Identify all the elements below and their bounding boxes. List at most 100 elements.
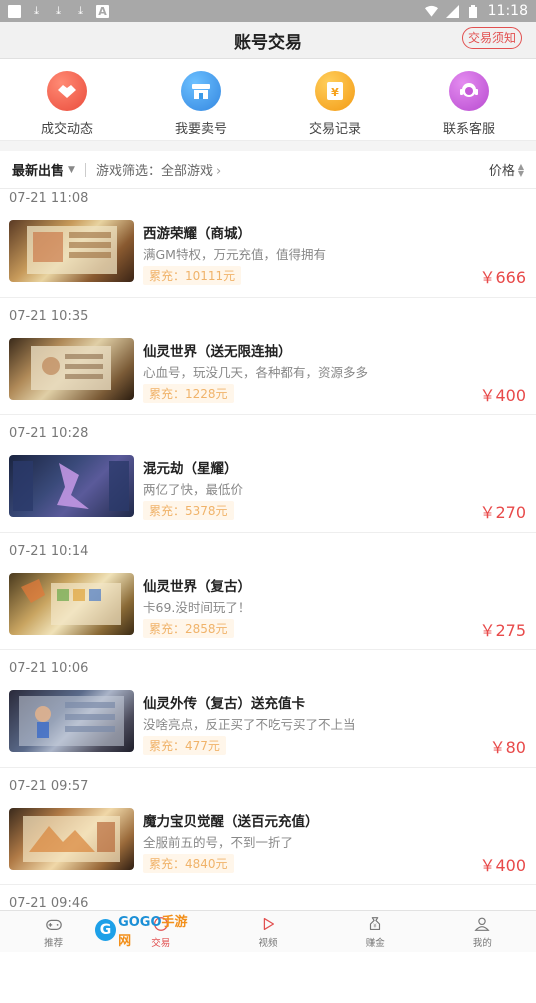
quick-action-sell[interactable]: 我要卖号 — [141, 71, 261, 137]
game-screenshot-thumbnail — [9, 220, 134, 282]
listing-title: 混元劫（星耀） — [143, 461, 238, 477]
recharge-total-badge: 累充：2858元 — [143, 618, 234, 638]
sort-dropdown[interactable]: 最新出售 ▼ — [12, 160, 75, 179]
listing-description: 全服前五的号，不到一折了 — [143, 834, 294, 850]
listing-item[interactable]: 07-21 10:28 混元劫（星耀） 两亿了快，最低价 累充：5378元 ￥2… — [0, 415, 536, 533]
gogo-logo-icon: G — [95, 919, 117, 941]
tab-label: 推荐 — [44, 938, 64, 949]
game-filter[interactable]: 游戏筛选：全部游戏 › — [96, 160, 221, 179]
download-icon: ⤓ — [78, 4, 83, 17]
yen-record-icon: ¥ — [315, 71, 355, 111]
listing-title: 仙灵世界（送无限连抽） — [143, 343, 292, 360]
listing-item[interactable]: 07-21 11:08 西游荣耀（商城） 满GM特权，万元充值，值得拥有 累充：… — [0, 180, 536, 298]
listing-date: 07-21 09:46 — [9, 896, 89, 911]
price-sort[interactable]: 价格 ▲ ▼ — [489, 160, 524, 179]
quick-action-records[interactable]: ¥ 交易记录 — [275, 71, 395, 137]
listing-item[interactable]: 07-21 10:06 仙灵外传（复古）送充值卡 没啥亮点，反正买了不吃亏买了不… — [0, 650, 536, 768]
game-screenshot-thumbnail — [9, 337, 134, 400]
recharge-total-badge: 累充：5378元 — [143, 501, 234, 520]
listing-item[interactable]: 07-21 10:14 仙灵世界（复古） 卡69.没时间玩了！ 累充：2858元… — [0, 533, 536, 650]
download-icon: ⤓ — [34, 4, 39, 17]
quick-action-support[interactable]: 联系客服 — [409, 71, 529, 137]
listing-title: 仙灵世界（复古） — [143, 578, 251, 595]
notification-app-icon — [8, 4, 21, 18]
quick-action-label: 成交动态 — [40, 122, 93, 137]
listing-date: 07-21 09:57 — [9, 778, 89, 794]
listing-list: 07-21 11:08 西游荣耀（商城） 满GM特权，万元充值，值得拥有 累充：… — [0, 180, 536, 1003]
watermark-brand: GOGO — [118, 915, 162, 930]
page-title: 账号交易 — [234, 32, 302, 53]
listing-date: 07-21 10:35 — [9, 308, 89, 324]
listing-item[interactable]: 07-21 09:57 魔力宝贝觉醒（送百元充值） 全服前五的号，不到一折了 累… — [0, 768, 536, 885]
listing-date: 07-21 11:08 — [9, 191, 89, 206]
recharge-total-badge: 累充：10111元 — [143, 266, 242, 285]
recharge-total-badge: 累充：4840元 — [143, 853, 234, 873]
divider — [84, 162, 86, 177]
app-header: 账号交易 交易须知 — [0, 22, 536, 59]
listing-description: 心血号，玩没几天，各种都有，资源多多 — [143, 364, 369, 380]
caret-down-icon: ▼ — [68, 164, 75, 175]
listing-price: ￥270 — [479, 503, 526, 522]
game-screenshot-thumbnail — [9, 690, 134, 752]
quick-action-deals[interactable]: 成交动态 — [7, 71, 127, 137]
play-icon — [263, 917, 275, 931]
listing-price: ￥400 — [479, 385, 526, 405]
listing-date: 07-21 10:06 — [9, 661, 89, 676]
section-divider — [0, 141, 536, 151]
status-bar: ⤓ ⤓ ⤓ A 11:18 — [0, 0, 536, 22]
quick-action-label: 交易记录 — [308, 122, 361, 137]
signal-icon — [445, 4, 459, 18]
tab-video[interactable]: 视频 — [214, 911, 321, 952]
battery-icon — [467, 4, 480, 18]
game-screenshot-thumbnail — [9, 572, 134, 635]
user-icon — [474, 917, 490, 931]
quick-actions: 成交动态 我要卖号 ¥ 交易记录 联系客服 — [0, 59, 536, 141]
sort-arrows-icon: ▲ ▼ — [517, 161, 524, 178]
listing-title: 西游荣耀（商城） — [143, 226, 251, 242]
quick-action-label: 我要卖号 — [174, 122, 227, 137]
recharge-total-badge: 累充：477元 — [143, 736, 226, 755]
listing-title: 魔力宝贝觉醒（送百元充值） — [143, 813, 319, 830]
watermark-text: GOGO手游网 — [118, 911, 197, 949]
wifi-icon — [424, 5, 438, 18]
listing-price: ￥400 — [479, 855, 526, 875]
listing-item[interactable]: 07-21 10:35 仙灵世界（送无限连抽） 心血号，玩没几天，各种都有，资源… — [0, 298, 536, 415]
shop-icon — [181, 71, 221, 111]
tab-label: 我的 — [472, 938, 492, 949]
listing-date: 07-21 10:14 — [9, 543, 89, 559]
bottom-tab-bar: 推荐 交易 视频 ¥ 赚金 我的 — [0, 910, 536, 952]
svg-text:¥: ¥ — [331, 86, 339, 99]
tab-earn[interactable]: ¥ 赚金 — [322, 911, 429, 952]
listing-description: 没啥亮点，反正买了不吃亏买了不上当 — [143, 717, 356, 732]
support-icon — [449, 71, 489, 111]
listing-price: ￥275 — [479, 620, 526, 640]
game-screenshot-thumbnail — [9, 455, 134, 517]
font-icon: A — [96, 4, 109, 18]
gamepad-icon — [45, 919, 62, 931]
listing-description: 满GM特权，万元充值，值得拥有 — [143, 247, 326, 262]
chevron-right-icon: › — [215, 164, 222, 179]
quick-action-label: 联系客服 — [442, 122, 495, 137]
tab-label: 视频 — [258, 938, 278, 949]
gogo-watermark-logo: G GOGO手游网 — [95, 915, 197, 949]
recharge-total-badge: 累充：1228元 — [143, 383, 234, 403]
trade-notice-button[interactable]: 交易须知 — [461, 27, 522, 49]
game-screenshot-thumbnail — [9, 807, 134, 870]
listing-description: 卡69.没时间玩了！ — [143, 599, 251, 615]
handshake-icon — [47, 71, 87, 111]
coin-bag-icon: ¥ — [370, 917, 381, 930]
sort-label: 最新出售 — [12, 164, 65, 179]
tab-label: 赚金 — [365, 938, 385, 949]
listing-price: ￥80 — [489, 738, 526, 757]
svg-text:¥: ¥ — [373, 924, 377, 930]
listing-date: 07-21 10:28 — [9, 426, 89, 441]
listing-description: 两亿了快，最低价 — [143, 482, 244, 497]
game-filter-label: 游戏筛选：全部游戏 — [95, 164, 213, 179]
tab-profile[interactable]: 我的 — [429, 911, 536, 952]
listing-price: ￥666 — [479, 268, 526, 287]
download-icon: ⤓ — [56, 4, 61, 17]
listing-title: 仙灵外传（复古）送充值卡 — [143, 696, 305, 712]
price-sort-label: 价格 — [488, 164, 515, 179]
status-time: 11:18 — [487, 3, 528, 19]
tab-recommend[interactable]: 推荐 — [0, 911, 107, 952]
